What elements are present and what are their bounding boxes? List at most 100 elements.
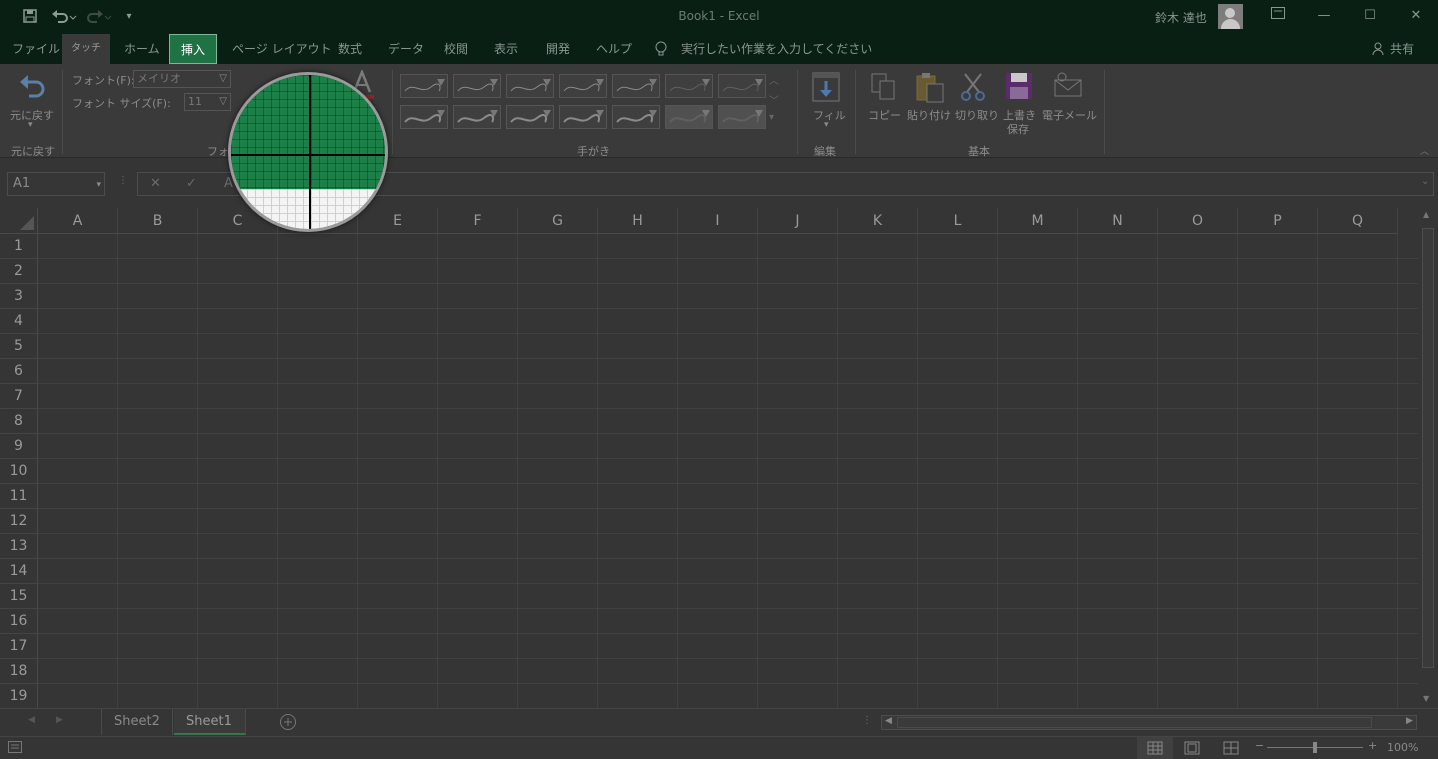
email-icon[interactable]: [1053, 72, 1083, 103]
row-header[interactable]: 5: [0, 334, 38, 359]
user-name[interactable]: 鈴木 達也: [1155, 9, 1207, 26]
name-box[interactable]: A1 ▾: [7, 172, 105, 196]
fill-dropdown-icon[interactable]: ▾: [824, 120, 829, 130]
worksheet-grid[interactable]: ABCDEFGHIJKLMNOPQ 1234567891011121314151…: [0, 208, 1418, 708]
next-sheet-icon[interactable]: ▶: [56, 715, 63, 725]
avatar[interactable]: [1218, 4, 1243, 29]
prev-sheet-icon[interactable]: ◀: [28, 715, 35, 725]
pen-swatch[interactable]: [400, 74, 448, 98]
column-header[interactable]: O: [1158, 208, 1238, 234]
tab-insert[interactable]: 挿入: [169, 34, 217, 64]
column-header[interactable]: B: [118, 208, 198, 234]
row-header[interactable]: 12: [0, 509, 38, 534]
row-header[interactable]: 16: [0, 609, 38, 634]
ribbon-display-icon[interactable]: [1267, 6, 1289, 26]
save-button-line2[interactable]: 保存: [1007, 121, 1029, 137]
gallery-down-icon[interactable]: ﹀: [769, 92, 779, 107]
zoom-in-icon[interactable]: +: [1368, 739, 1377, 752]
tab-touch[interactable]: タッチ: [62, 34, 110, 64]
zoom-level[interactable]: 100%: [1387, 741, 1418, 754]
tab-home[interactable]: ホーム: [118, 34, 166, 64]
email-button[interactable]: 電子メール: [1042, 107, 1097, 123]
tab-page-layout[interactable]: ページ レイアウト: [226, 34, 338, 64]
share-button[interactable]: 共有: [1390, 34, 1414, 64]
row-header[interactable]: 2: [0, 259, 38, 284]
gallery-up-icon[interactable]: ︿: [769, 72, 779, 87]
normal-view-icon[interactable]: [1137, 737, 1173, 759]
tab-split-handle-icon[interactable]: ⋮: [862, 715, 872, 726]
row-header[interactable]: 7: [0, 384, 38, 409]
save-large-icon[interactable]: [1005, 72, 1033, 103]
column-header[interactable]: K: [838, 208, 918, 234]
column-header[interactable]: Q: [1318, 208, 1398, 234]
row-header[interactable]: 19: [0, 684, 38, 708]
column-header[interactable]: F: [438, 208, 518, 234]
pen-swatch[interactable]: [718, 105, 766, 129]
row-header[interactable]: 11: [0, 484, 38, 509]
row-header[interactable]: 17: [0, 634, 38, 659]
pen-swatch[interactable]: [718, 74, 766, 98]
fill-button[interactable]: フィル: [813, 107, 846, 123]
pen-swatch[interactable]: [665, 105, 713, 129]
column-header[interactable]: J: [758, 208, 838, 234]
tab-developer[interactable]: 開発: [540, 34, 576, 64]
page-break-view-icon[interactable]: [1223, 741, 1239, 758]
scroll-right-icon[interactable]: ▶: [1406, 716, 1413, 726]
share-icon[interactable]: [1372, 42, 1386, 59]
enter-icon[interactable]: ✓: [186, 176, 197, 191]
column-header[interactable]: G: [518, 208, 598, 234]
cut-button[interactable]: 切り取り: [955, 107, 999, 123]
pen-swatch[interactable]: [559, 74, 607, 98]
pen-swatch[interactable]: [506, 105, 554, 129]
row-header[interactable]: 9: [0, 434, 38, 459]
macro-record-icon[interactable]: [8, 741, 22, 756]
gallery-more-icon[interactable]: ▾: [769, 112, 774, 123]
pen-swatch[interactable]: [612, 74, 660, 98]
column-header[interactable]: I: [678, 208, 758, 234]
tab-formulas[interactable]: 数式: [332, 34, 368, 64]
expand-formula-icon[interactable]: ⌄: [1421, 176, 1429, 187]
row-header[interactable]: 18: [0, 659, 38, 684]
row-header[interactable]: 1: [0, 234, 38, 259]
zoom-out-icon[interactable]: −: [1255, 739, 1264, 752]
select-all-button[interactable]: [0, 208, 38, 234]
column-header[interactable]: N: [1078, 208, 1158, 234]
zoom-slider-thumb[interactable]: [1313, 742, 1317, 753]
tab-help[interactable]: ヘルプ: [590, 34, 638, 64]
font-size-combo[interactable]: 11 ▽: [184, 93, 231, 111]
vertical-scroll-thumb[interactable]: [1422, 228, 1434, 668]
scroll-up-icon[interactable]: ▲: [1423, 210, 1429, 219]
paste-button[interactable]: 貼り付け: [907, 107, 951, 123]
fill-down-icon[interactable]: [812, 72, 840, 105]
column-header[interactable]: L: [918, 208, 998, 234]
horizontal-scrollbar[interactable]: ◀ ▶: [881, 715, 1417, 730]
pen-swatch[interactable]: [665, 74, 713, 98]
vertical-scrollbar[interactable]: ▲ ▼: [1418, 208, 1438, 708]
collapse-ribbon-icon[interactable]: ︿: [1420, 144, 1429, 157]
page-layout-view-icon[interactable]: [1184, 741, 1200, 758]
column-header[interactable]: M: [998, 208, 1078, 234]
undo-dropdown-icon[interactable]: ▾: [28, 120, 33, 130]
column-header[interactable]: P: [1238, 208, 1318, 234]
pen-swatch[interactable]: [400, 105, 448, 129]
row-header[interactable]: 10: [0, 459, 38, 484]
cancel-icon[interactable]: ✕: [150, 176, 161, 191]
row-header[interactable]: 6: [0, 359, 38, 384]
scroll-down-icon[interactable]: ▼: [1423, 694, 1429, 703]
column-header[interactable]: A: [38, 208, 118, 234]
close-icon[interactable]: ✕: [1405, 6, 1427, 26]
copy-icon[interactable]: [870, 72, 898, 105]
column-header[interactable]: H: [598, 208, 678, 234]
tab-file[interactable]: ファイル: [6, 34, 66, 64]
minimize-icon[interactable]: —: [1313, 6, 1335, 26]
paste-icon[interactable]: [914, 72, 946, 107]
scroll-left-icon[interactable]: ◀: [885, 716, 892, 726]
row-header[interactable]: 4: [0, 309, 38, 334]
cut-icon[interactable]: [959, 72, 987, 105]
tell-me-input[interactable]: 実行したい作業を入力してください: [681, 34, 872, 64]
horizontal-scroll-thumb[interactable]: [897, 717, 1372, 728]
sheet-tab-sheet1[interactable]: Sheet1: [174, 709, 246, 735]
pen-swatch[interactable]: [506, 74, 554, 98]
pen-swatch[interactable]: [453, 105, 501, 129]
maximize-icon[interactable]: ☐: [1359, 6, 1381, 26]
